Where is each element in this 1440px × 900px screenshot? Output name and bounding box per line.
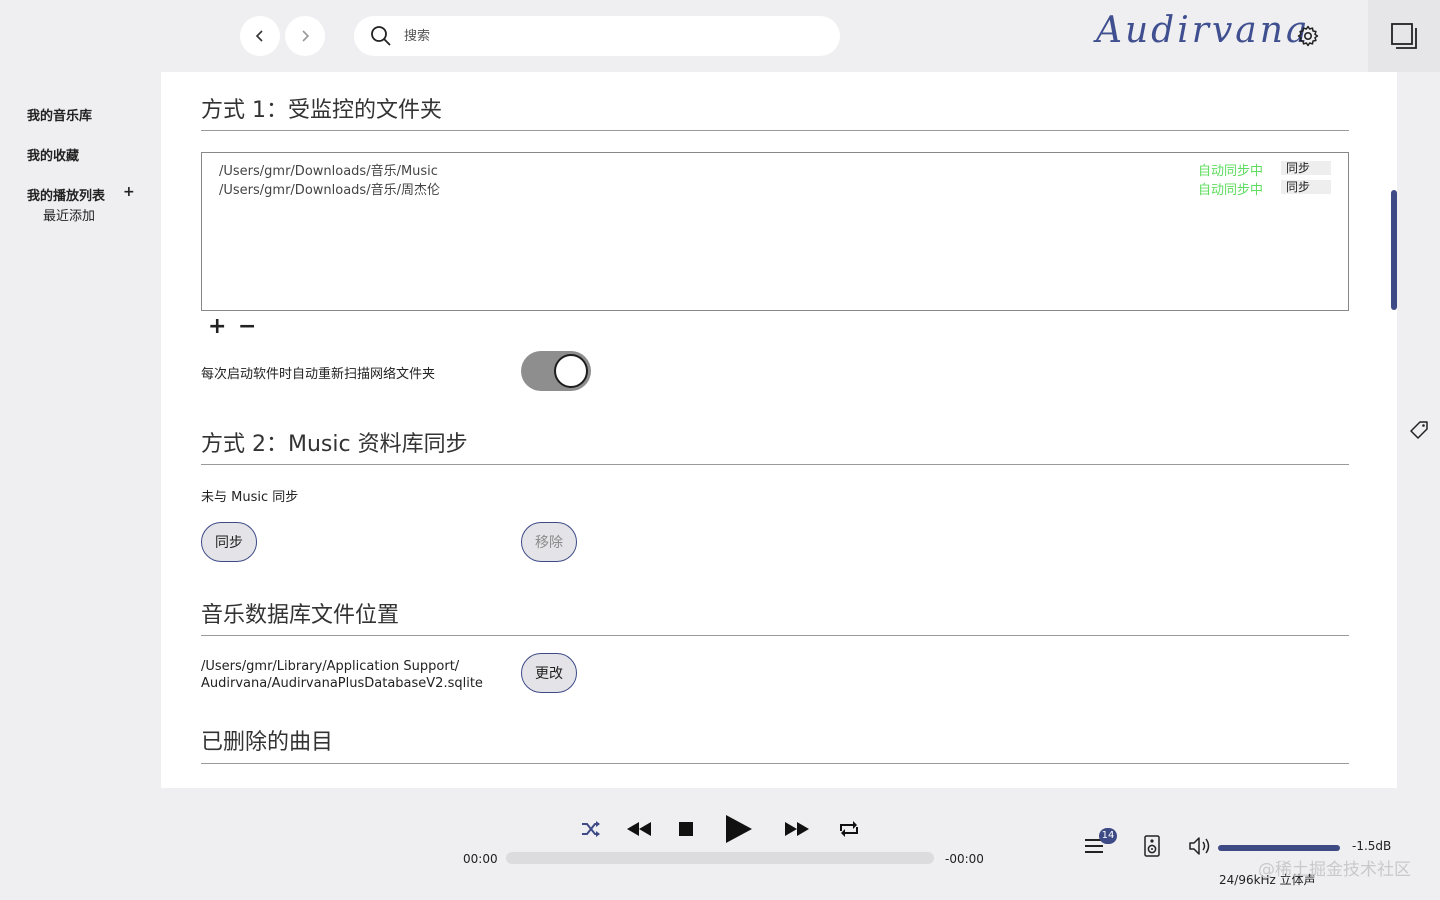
rewind-icon[interactable] bbox=[627, 822, 651, 836]
repeat-icon[interactable] bbox=[838, 819, 860, 839]
gear-icon[interactable] bbox=[1296, 24, 1320, 48]
progress-bar[interactable] bbox=[506, 852, 934, 864]
remove-sync-button[interactable]: 移除 bbox=[521, 522, 577, 562]
folder-path: /Users/gmr/Downloads/音乐/Music bbox=[219, 164, 438, 179]
add-folder-button[interactable]: + bbox=[208, 316, 226, 338]
fast-forward-icon[interactable] bbox=[785, 822, 809, 836]
queue-count-badge: 14 bbox=[1099, 828, 1117, 844]
list-item[interactable]: /Users/gmr/Downloads/音乐/Music 自动同步中 同步 bbox=[219, 160, 1339, 179]
search-input[interactable] bbox=[404, 24, 804, 48]
remove-folder-button[interactable]: − bbox=[238, 316, 256, 338]
scrollbar[interactable] bbox=[1391, 190, 1397, 310]
search-icon bbox=[371, 26, 391, 46]
rescan-toggle-label: 每次启动软件时自动重新扫描网络文件夹 bbox=[201, 367, 436, 382]
sidebar-item-favorites[interactable]: 我的收藏 bbox=[27, 145, 79, 164]
search-bar[interactable] bbox=[354, 16, 840, 56]
play-icon[interactable] bbox=[724, 814, 754, 844]
sidebar: 我的音乐库 我的收藏 我的播放列表 + 最近添加 bbox=[0, 72, 160, 788]
volume-level: -1.5dB bbox=[1352, 839, 1392, 853]
folder-sync-button[interactable]: 同步 bbox=[1281, 180, 1331, 194]
sync-button[interactable]: 同步 bbox=[201, 522, 257, 562]
music-sync-status: 未与 Music 同步 bbox=[201, 490, 299, 505]
app-logo: Audirvana bbox=[1096, 10, 1311, 51]
forward-button[interactable] bbox=[285, 16, 325, 56]
elapsed-time: 00:00 bbox=[463, 852, 498, 866]
sidebar-item-library[interactable]: 我的音乐库 bbox=[27, 105, 92, 124]
sync-status: 自动同步中 bbox=[1198, 164, 1264, 179]
preferences-panel: 方式 1：受监控的文件夹 /Users/gmr/Downloads/音乐/Mus… bbox=[161, 72, 1397, 788]
section-divider bbox=[201, 464, 1349, 465]
add-playlist-button[interactable]: + bbox=[123, 184, 135, 200]
folder-sync-button[interactable]: 同步 bbox=[1281, 161, 1331, 175]
section-title-watched-folders: 方式 1：受监控的文件夹 bbox=[201, 98, 442, 123]
back-button[interactable] bbox=[240, 16, 280, 56]
rescan-toggle[interactable] bbox=[521, 351, 591, 391]
sidebar-item-recently-added[interactable]: 最近添加 bbox=[43, 205, 95, 224]
section-title-deleted-tracks: 已删除的曲目 bbox=[201, 730, 334, 755]
folder-path: /Users/gmr/Downloads/音乐/周杰伦 bbox=[219, 183, 440, 198]
chevron-right-icon bbox=[302, 30, 310, 42]
sidebar-item-playlists[interactable]: 我的播放列表 bbox=[27, 185, 105, 204]
volume-slider[interactable] bbox=[1218, 845, 1340, 851]
player-bar: 00:00 -00:00 14 -1.5dB 24/96kHz 立体声 @稀土掘… bbox=[0, 788, 1440, 900]
database-path-line: Audirvana/AudirvanaPlusDatabaseV2.sqlite bbox=[201, 676, 483, 691]
shuffle-icon[interactable] bbox=[580, 820, 602, 838]
window-icon[interactable] bbox=[1390, 22, 1418, 50]
change-location-button[interactable]: 更改 bbox=[521, 653, 577, 693]
database-path-line: /Users/gmr/Library/Application Support/ bbox=[201, 659, 460, 674]
speaker-device-icon[interactable] bbox=[1144, 835, 1160, 857]
volume-icon[interactable] bbox=[1188, 836, 1212, 856]
list-item[interactable]: /Users/gmr/Downloads/音乐/周杰伦 自动同步中 同步 bbox=[219, 179, 1339, 198]
remaining-time: -00:00 bbox=[945, 852, 984, 866]
tag-icon[interactable] bbox=[1409, 420, 1429, 440]
section-divider bbox=[201, 130, 1349, 131]
section-divider bbox=[201, 763, 1349, 764]
top-bar: Audirvana bbox=[0, 0, 1440, 72]
watermark: @稀土掘金技术社区 bbox=[1258, 860, 1411, 880]
database-path: /Users/gmr/Library/Application Support/ … bbox=[201, 658, 483, 692]
section-title-music-sync: 方式 2：Music 资料库同步 bbox=[201, 432, 468, 457]
section-divider bbox=[201, 635, 1349, 636]
sync-status: 自动同步中 bbox=[1198, 183, 1264, 198]
stop-icon[interactable] bbox=[679, 822, 693, 836]
toggle-knob bbox=[554, 354, 588, 388]
section-title-database-location: 音乐数据库文件位置 bbox=[201, 603, 400, 628]
watched-folders-list[interactable]: /Users/gmr/Downloads/音乐/Music 自动同步中 同步 /… bbox=[201, 152, 1349, 311]
chevron-left-icon bbox=[255, 30, 263, 42]
